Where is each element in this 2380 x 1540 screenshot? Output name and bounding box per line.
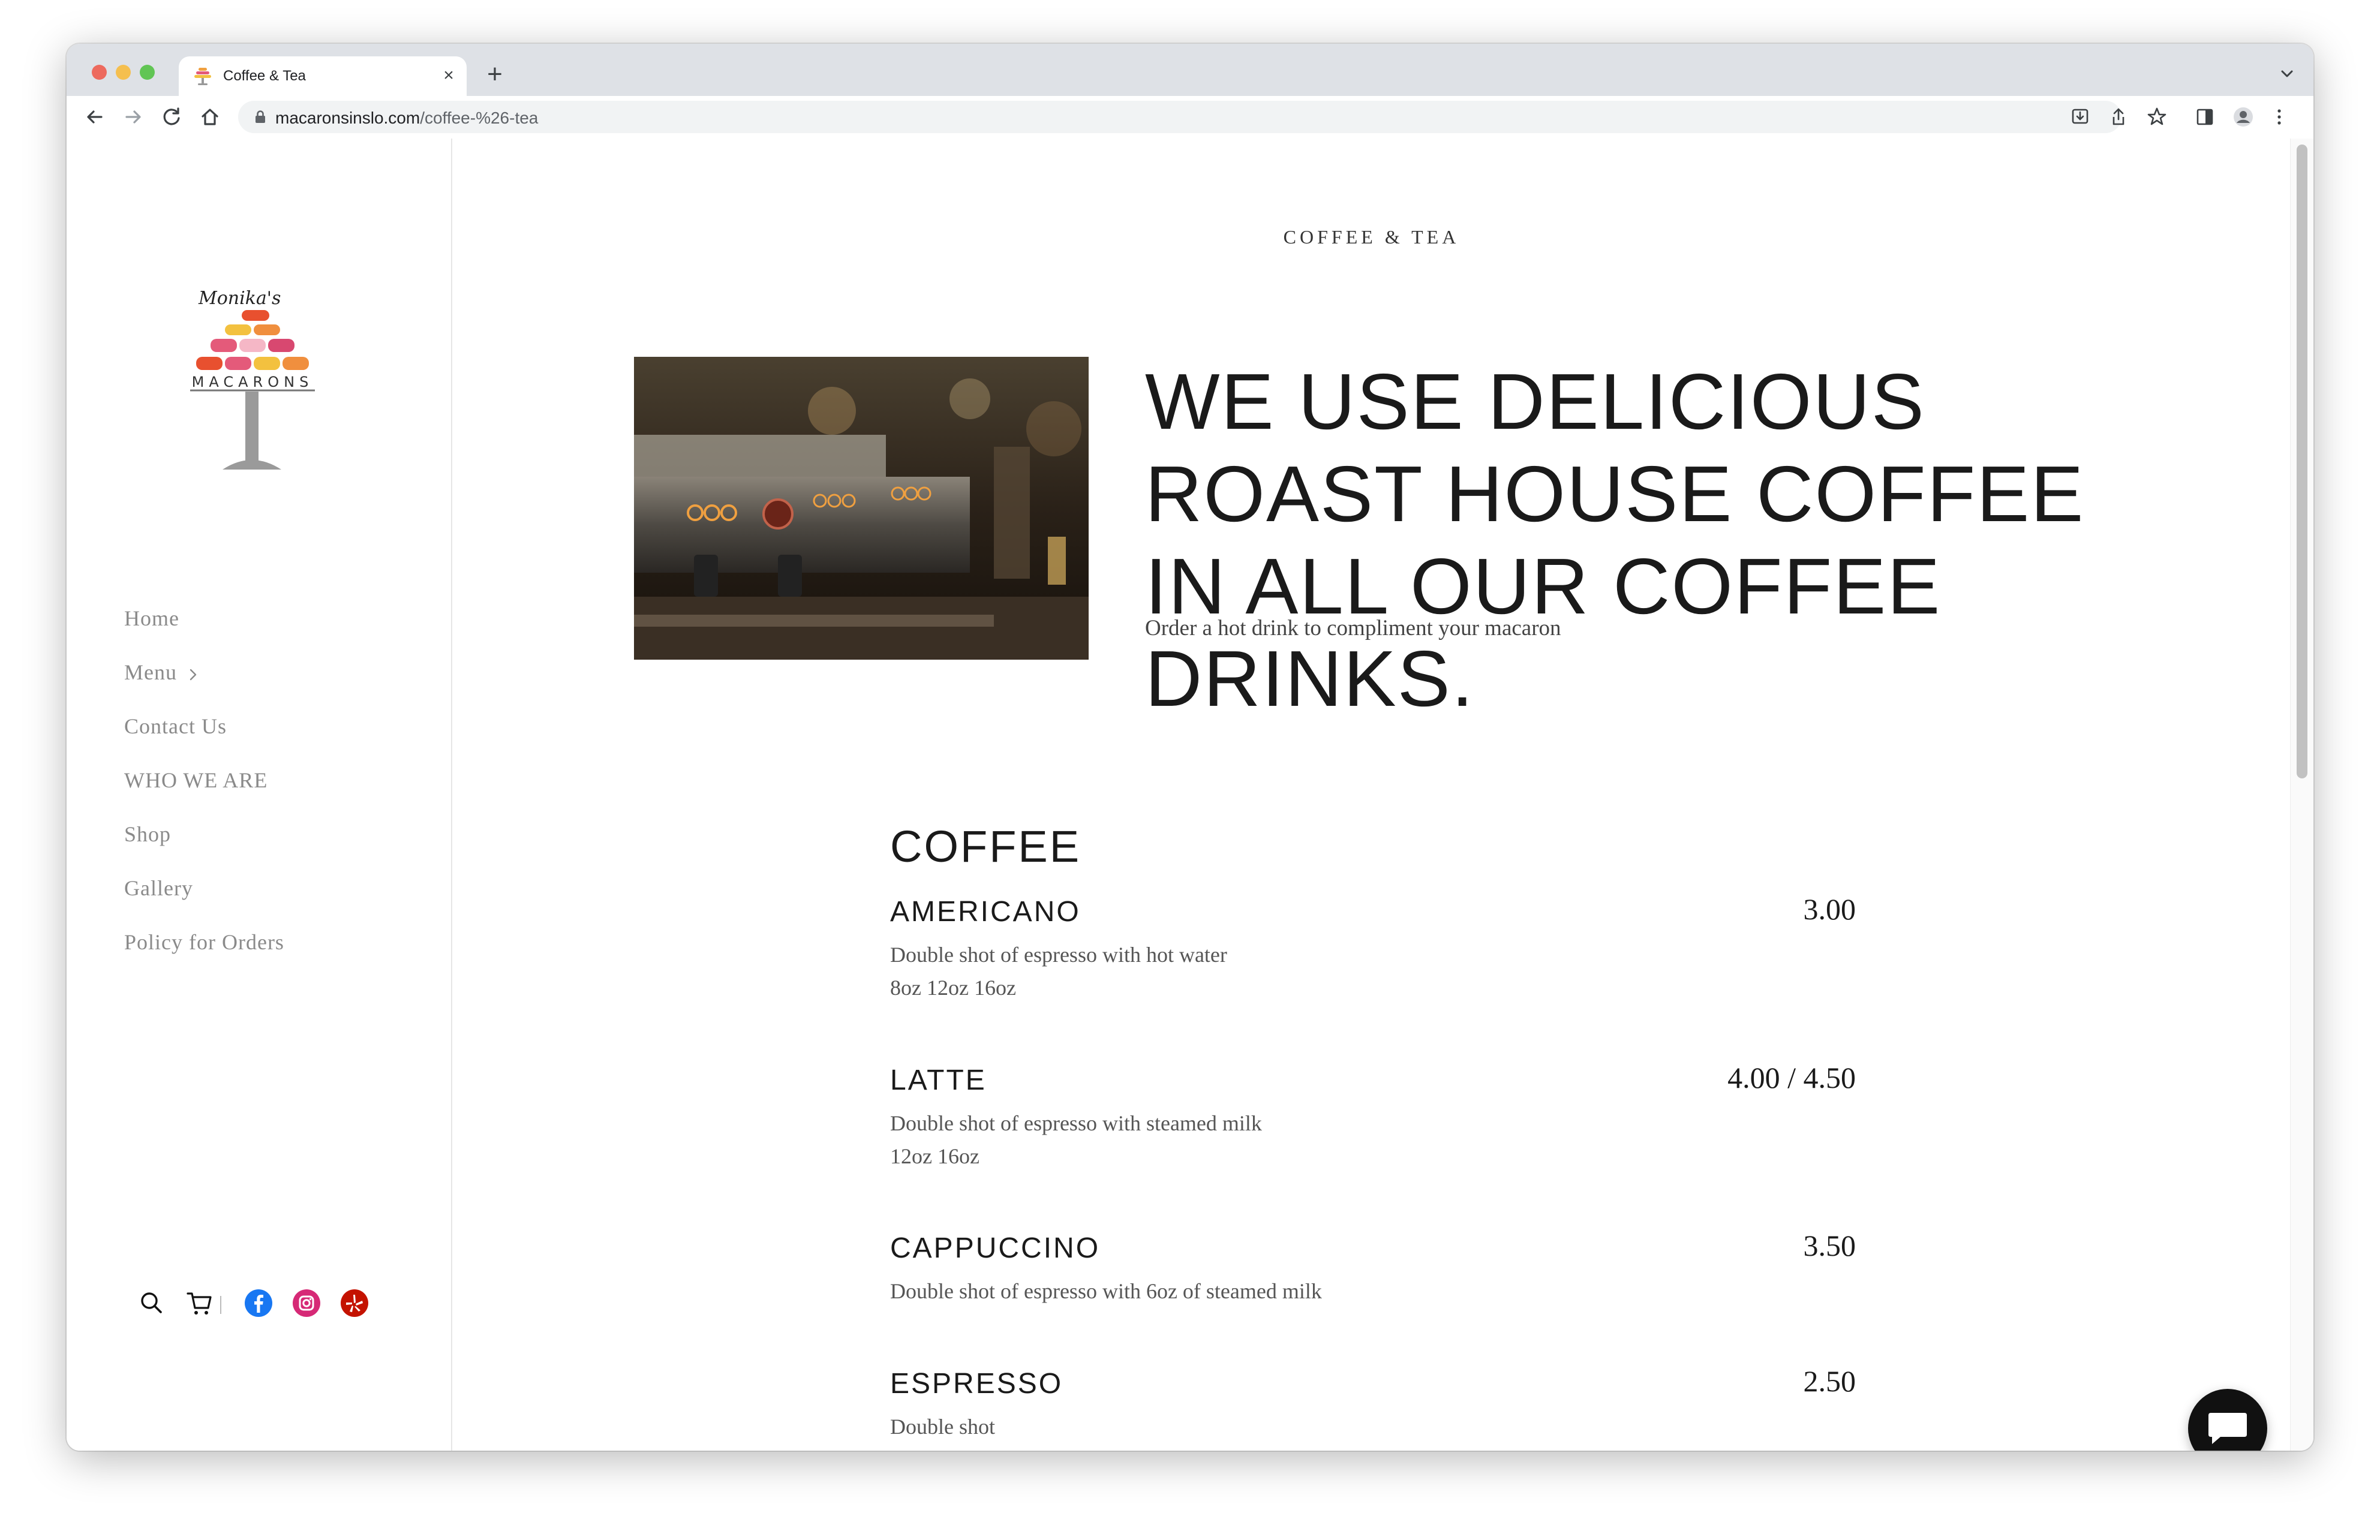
- menu-item-description: Double shot of espresso with 6oz of stea…: [890, 1279, 1322, 1303]
- main-content: COFFEE & TEA WE USE DELICIOUS ROAST HOUS…: [452, 139, 2291, 1451]
- menu-item-description: Double shot: [890, 1415, 995, 1439]
- search-icon[interactable]: [137, 1289, 166, 1318]
- bookmark-star-icon[interactable]: [2144, 104, 2169, 130]
- back-arrow-icon[interactable]: [82, 104, 107, 130]
- logo-script-text: Monika's: [198, 288, 281, 309]
- section-title-coffee: COFFEE: [890, 822, 1081, 871]
- nav-item-label: Policy for Orders: [124, 930, 284, 954]
- instagram-icon[interactable]: [292, 1289, 321, 1318]
- yelp-icon[interactable]: [340, 1289, 369, 1318]
- logo-wordmark: MACARONS: [192, 374, 314, 390]
- menu-item-name: LATTE: [890, 1064, 987, 1096]
- tab-title: Coffee & Tea: [223, 68, 306, 84]
- browser-window: Coffee & Tea × + macaronsinslo.com/coffe…: [67, 44, 2313, 1451]
- nav-item-home[interactable]: Home: [124, 605, 284, 659]
- macaron-favicon-icon: [194, 68, 211, 85]
- espresso-machine-photo: [634, 357, 1089, 660]
- nav-item-menu[interactable]: Menu: [124, 659, 284, 713]
- install-app-icon[interactable]: [2068, 104, 2093, 130]
- tab-search-icon[interactable]: [2274, 61, 2300, 87]
- site-navigation: Home Menu Contact Us WHO WE ARE Shop Gal…: [124, 605, 284, 983]
- menu-item-sizes: 8oz 12oz 16oz: [890, 976, 1016, 1000]
- nav-item-label: Home: [124, 606, 179, 630]
- site-logo[interactable]: Monika's MACARONS: [175, 282, 330, 474]
- menu-item-name: CAPPUCCINO: [890, 1232, 1101, 1264]
- tab-bar: Coffee & Tea × +: [67, 44, 2313, 96]
- address-bar[interactable]: macaronsinslo.com/coffee-%26-tea: [238, 101, 2121, 133]
- nav-item-contact-us[interactable]: Contact Us: [124, 713, 284, 767]
- chevron-right-icon: [190, 669, 197, 680]
- nav-item-label: Menu: [124, 660, 177, 684]
- page-eyebrow: COFFEE & TEA: [1283, 226, 1460, 248]
- new-tab-button[interactable]: +: [482, 61, 508, 88]
- profile-avatar-icon[interactable]: [2231, 104, 2256, 130]
- zoom-window-button[interactable]: [140, 65, 155, 80]
- menu-item-price: 2.50: [1803, 1364, 1856, 1398]
- menu-item-name: ESPRESSO: [890, 1368, 1063, 1400]
- page-scrollbar[interactable]: [2290, 139, 2313, 1451]
- nav-item-label: Contact Us: [124, 714, 227, 738]
- site-sidebar: Monika's MACARONS Home Menu Contact Us W…: [67, 139, 452, 1451]
- lock-icon[interactable]: [253, 109, 268, 125]
- cart-icon[interactable]: [185, 1289, 214, 1318]
- divider: [220, 1296, 221, 1314]
- hero-heading: WE USE DELICIOUS ROAST HOUSE COFFEE IN A…: [1145, 357, 2085, 723]
- menu-item-description: Double shot of espresso with hot water: [890, 943, 1227, 967]
- browser-tab[interactable]: Coffee & Tea ×: [179, 56, 467, 96]
- forward-arrow-icon[interactable]: [121, 104, 146, 130]
- url-text[interactable]: macaronsinslo.com/coffee-%26-tea: [275, 109, 538, 128]
- page-viewport: Monika's MACARONS Home Menu Contact Us W…: [67, 139, 2313, 1451]
- reload-icon[interactable]: [159, 104, 184, 130]
- close-tab-icon[interactable]: ×: [438, 65, 459, 86]
- chat-bubble-icon: [2208, 1413, 2247, 1444]
- menu-item-name: AMERICANO: [890, 896, 1081, 928]
- side-panel-icon[interactable]: [2192, 104, 2217, 130]
- share-icon[interactable]: [2106, 104, 2131, 130]
- menu-item-price: 3.00: [1803, 892, 1856, 926]
- browser-toolbar: macaronsinslo.com/coffee-%26-tea: [67, 96, 2313, 140]
- home-icon[interactable]: [197, 104, 223, 130]
- nav-item-label: Shop: [124, 822, 172, 846]
- facebook-icon[interactable]: [244, 1289, 273, 1318]
- nav-item-shop[interactable]: Shop: [124, 821, 284, 875]
- more-menu-icon[interactable]: [2267, 104, 2292, 130]
- nav-item-label: Gallery: [124, 876, 193, 900]
- nav-item-who-we-are[interactable]: WHO WE ARE: [124, 767, 284, 821]
- close-window-button[interactable]: [92, 65, 107, 80]
- menu-item-price: 4.00 / 4.50: [1727, 1061, 1856, 1094]
- scrollbar-thumb[interactable]: [2297, 145, 2307, 778]
- minimize-window-button[interactable]: [116, 65, 131, 80]
- menu-item-price: 3.50: [1803, 1229, 1856, 1262]
- url-host: macaronsinslo.com: [275, 109, 420, 127]
- menu-item-description: Double shot of espresso with steamed mil…: [890, 1111, 1262, 1135]
- hero-subtitle: Order a hot drink to compliment your mac…: [1145, 616, 1561, 640]
- url-path: /coffee-%26-tea: [420, 109, 539, 127]
- nav-item-policy-for-orders[interactable]: Policy for Orders: [124, 929, 284, 983]
- menu-item-sizes: 12oz 16oz: [890, 1144, 979, 1168]
- nav-item-label: WHO WE ARE: [124, 768, 268, 792]
- nav-item-gallery[interactable]: Gallery: [124, 875, 284, 929]
